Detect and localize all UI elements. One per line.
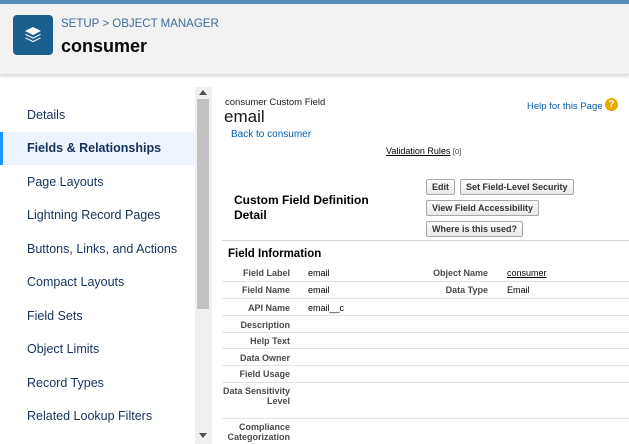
- breadcrumb-setup-link[interactable]: SETUP: [61, 18, 99, 30]
- layers-icon: [13, 15, 53, 55]
- compliance-categorization-label: Compliance Categorization: [227, 422, 290, 442]
- help-text-label: Help Text: [250, 336, 290, 346]
- help-icon[interactable]: ?: [605, 98, 618, 111]
- field-label-value: email: [308, 268, 330, 278]
- section-title: Field Information: [228, 248, 322, 260]
- sidebar-item-related-lookup-filters[interactable]: Related Lookup Filters: [0, 400, 195, 433]
- set-field-level-security-button[interactable]: Set Field-Level Security: [460, 179, 574, 195]
- breadcrumb: SETUP > OBJECT MANAGER: [61, 18, 219, 30]
- sidebar-item-record-types[interactable]: Record Types: [0, 367, 195, 400]
- row-divider: [222, 382, 629, 383]
- data-type-label: Data Type: [445, 285, 488, 295]
- scroll-up-arrow-icon[interactable]: [199, 90, 207, 95]
- sidebar-item-details[interactable]: Details: [0, 99, 195, 132]
- description-label: Description: [240, 320, 290, 330]
- field-name-label: Field Name: [241, 285, 290, 295]
- row-divider: [222, 298, 629, 299]
- sidebar-item-page-layouts[interactable]: Page Layouts: [0, 166, 195, 199]
- sidebar-item-lightning-record-pages[interactable]: Lightning Record Pages: [0, 199, 195, 232]
- sidebar-item-fields-relationships[interactable]: Fields & Relationships: [0, 132, 195, 165]
- row-divider: [222, 281, 629, 282]
- row-divider: [222, 332, 629, 333]
- scrollbar-thumb[interactable]: [197, 99, 209, 309]
- row-divider: [222, 348, 629, 349]
- field-detail-panel: consumer Custom Field email Back to cons…: [212, 87, 629, 444]
- field-usage-label: Field Usage: [239, 369, 290, 379]
- sidebar-item-field-sets[interactable]: Field Sets: [0, 300, 195, 333]
- view-field-accessibility-button[interactable]: View Field Accessibility: [426, 200, 540, 216]
- scroll-down-arrow-icon[interactable]: [199, 433, 207, 438]
- sidebar-item-buttons-links-actions[interactable]: Buttons, Links, and Actions: [0, 233, 195, 266]
- data-type-value: Email: [507, 285, 530, 295]
- validation-rules-link[interactable]: Validation Rules [0]: [386, 146, 461, 156]
- page-title: consumer: [61, 36, 148, 56]
- edit-button[interactable]: Edit: [426, 179, 455, 195]
- api-name-value: email__c: [308, 303, 345, 313]
- validation-rules-count: [0]: [452, 147, 462, 156]
- row-divider: [222, 315, 629, 316]
- field-title: email: [224, 107, 265, 126]
- object-name-label: Object Name: [432, 268, 488, 278]
- data-owner-label: Data Owner: [239, 353, 290, 363]
- section-divider: [222, 240, 629, 241]
- sidebar-item-object-limits[interactable]: Object Limits: [0, 333, 195, 366]
- validation-rules-label[interactable]: Validation Rules: [386, 146, 450, 156]
- sidebar-item-compact-layouts[interactable]: Compact Layouts: [0, 266, 195, 299]
- back-to-object-link[interactable]: Back to consumer: [231, 129, 311, 140]
- row-divider: [222, 418, 629, 419]
- sidebar-scrollbar[interactable]: [195, 87, 212, 444]
- help-for-page-link[interactable]: Help for this Page: [527, 101, 603, 112]
- definition-detail-title: Custom Field Definition Detail: [234, 193, 369, 222]
- field-label-label: Field Label: [242, 268, 290, 278]
- data-sensitivity-level-label: Data Sensitivity Level: [222, 386, 290, 406]
- field-name-value: email: [308, 285, 330, 295]
- api-name-label: API Name: [247, 303, 290, 313]
- where-is-this-used-button[interactable]: Where is this used?: [426, 221, 524, 237]
- object-name-link[interactable]: consumer: [507, 268, 547, 278]
- sidebar-nav: Details Fields & Relationships Page Layo…: [0, 87, 195, 444]
- breadcrumb-object-manager-link[interactable]: OBJECT MANAGER: [112, 18, 219, 30]
- page-header: SETUP > OBJECT MANAGER consumer: [0, 4, 629, 75]
- breadcrumb-separator: >: [102, 18, 110, 30]
- row-divider: [222, 365, 629, 366]
